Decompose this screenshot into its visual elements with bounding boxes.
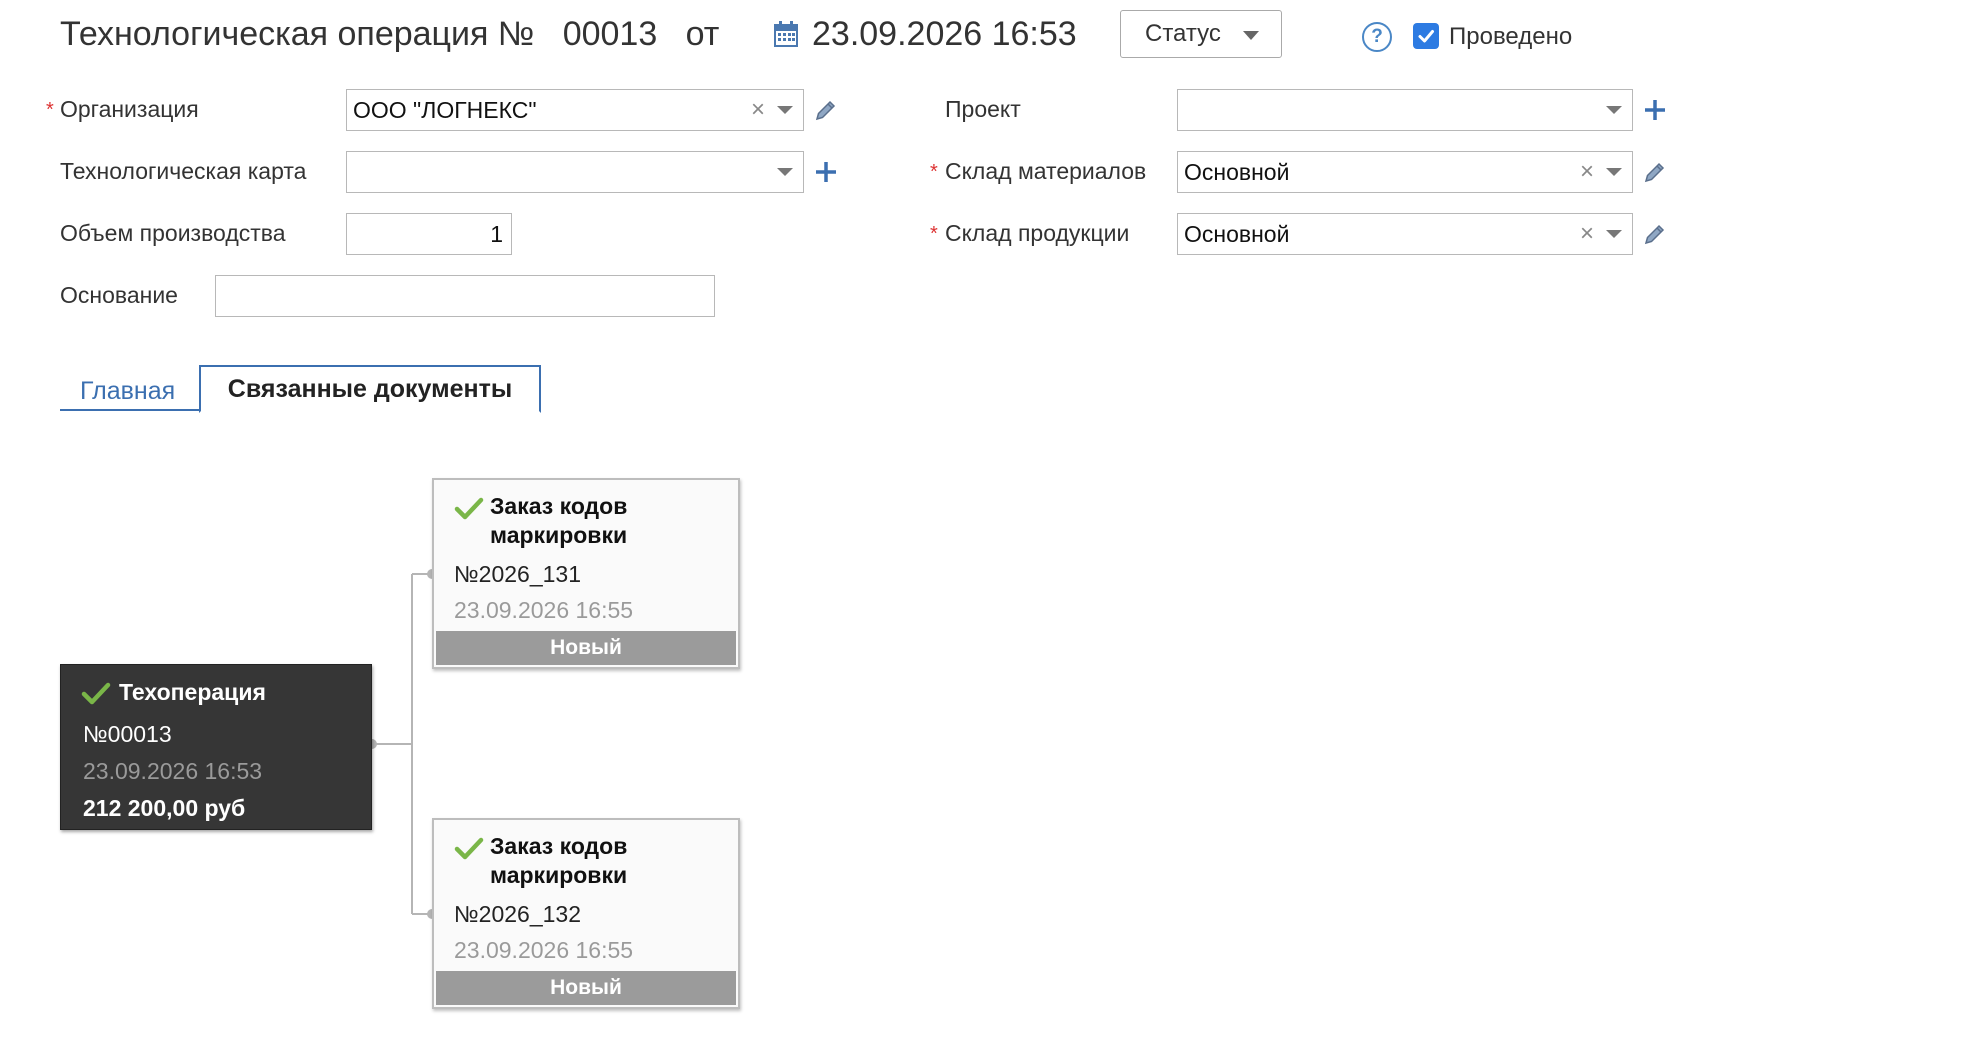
status-button-label: Статус [1145,20,1221,47]
card-title: Заказ кодов маркировки [490,832,627,890]
status-button[interactable]: Статус [1120,10,1282,58]
calendar-icon[interactable] [773,20,799,48]
materials-warehouse-label: Склад материалов [945,158,1147,184]
add-plus-icon[interactable] [814,160,838,184]
chevron-down-icon[interactable] [777,168,793,176]
project-label: Проект [945,96,1021,122]
products-warehouse-label: Склад продукции [945,220,1130,246]
related-document-card[interactable]: Заказ кодов маркировки №2026_131 23.09.2… [432,478,740,669]
main-card-title: Техоперация [119,679,266,705]
card-title: Заказ кодов маркировки [490,492,627,550]
tech-card-field[interactable] [346,151,804,193]
organization-label: Организация [60,96,199,122]
doc-datetime[interactable]: 23.09.2026 16:53 [812,14,1077,54]
card-title-line: маркировки [490,862,628,888]
tech-card-label: Технологическая карта [60,158,307,184]
page-title: Технологическая операция № 00013 от [60,14,719,54]
products-warehouse-value: Основной [1184,220,1290,247]
project-field[interactable] [1177,89,1633,131]
volume-input[interactable]: 1 [346,213,512,255]
card-date: 23.09.2026 16:55 [454,597,634,623]
basis-label: Основание [60,282,178,308]
help-icon[interactable]: ? [1362,22,1392,52]
card-title-line: Заказ кодов [490,493,628,519]
posted-check-icon [81,682,111,705]
required-mark: * [930,223,938,245]
tab-related-documents[interactable]: Связанные документы [199,365,541,413]
card-title-line: маркировки [490,522,628,548]
related-document-card[interactable]: Заказ кодов маркировки №2026_132 23.09.2… [432,818,740,1009]
clear-icon[interactable]: × [1580,220,1594,248]
from-label: от [685,15,720,53]
title-prefix: Технологическая операция № [60,15,535,53]
main-card-sum: 212 200,00 руб [83,795,246,821]
card-number: №2026_132 [454,901,582,927]
main-card-date: 23.09.2026 16:53 [83,758,263,784]
card-status-bar: Новый [436,631,736,665]
tab-main[interactable]: Главная [80,376,175,406]
basis-field[interactable] [215,275,715,317]
organization-field[interactable]: ООО "ЛОГНЕКС" × [346,89,804,131]
add-plus-icon[interactable] [1643,98,1667,122]
chevron-down-icon[interactable] [777,106,793,114]
volume-value: 1 [490,220,503,247]
edit-pencil-icon[interactable] [814,98,838,122]
tab-underline [60,409,200,411]
chevron-down-icon [1243,31,1259,40]
main-card-number: №00013 [83,721,172,747]
materials-warehouse-value: Основной [1184,158,1290,185]
required-mark: * [46,99,54,121]
doc-number: 00013 [562,15,658,53]
card-number: №2026_131 [454,561,582,587]
chevron-down-icon[interactable] [1606,106,1622,114]
card-date: 23.09.2026 16:55 [454,937,634,963]
volume-label: Объем производства [60,220,286,246]
clear-icon[interactable]: × [1580,158,1594,186]
card-title-line: Заказ кодов [490,833,628,859]
main-document-card[interactable]: Техоперация №00013 23.09.2026 16:53 212 … [60,664,372,830]
chevron-down-icon[interactable] [1606,168,1622,176]
edit-pencil-icon[interactable] [1643,160,1667,184]
posted-check-icon [454,837,484,860]
card-status-bar: Новый [436,971,736,1005]
checkmark-icon [1418,30,1434,43]
clear-icon[interactable]: × [751,96,765,124]
posted-checkbox[interactable] [1413,23,1439,49]
products-warehouse-field[interactable]: Основной × [1177,213,1633,255]
materials-warehouse-field[interactable]: Основной × [1177,151,1633,193]
chevron-down-icon[interactable] [1606,230,1622,238]
posted-check-icon [454,497,484,520]
posted-label: Проведено [1449,23,1573,50]
organization-value: ООО "ЛОГНЕКС" [353,96,537,123]
required-mark: * [930,161,938,183]
edit-pencil-icon[interactable] [1643,222,1667,246]
